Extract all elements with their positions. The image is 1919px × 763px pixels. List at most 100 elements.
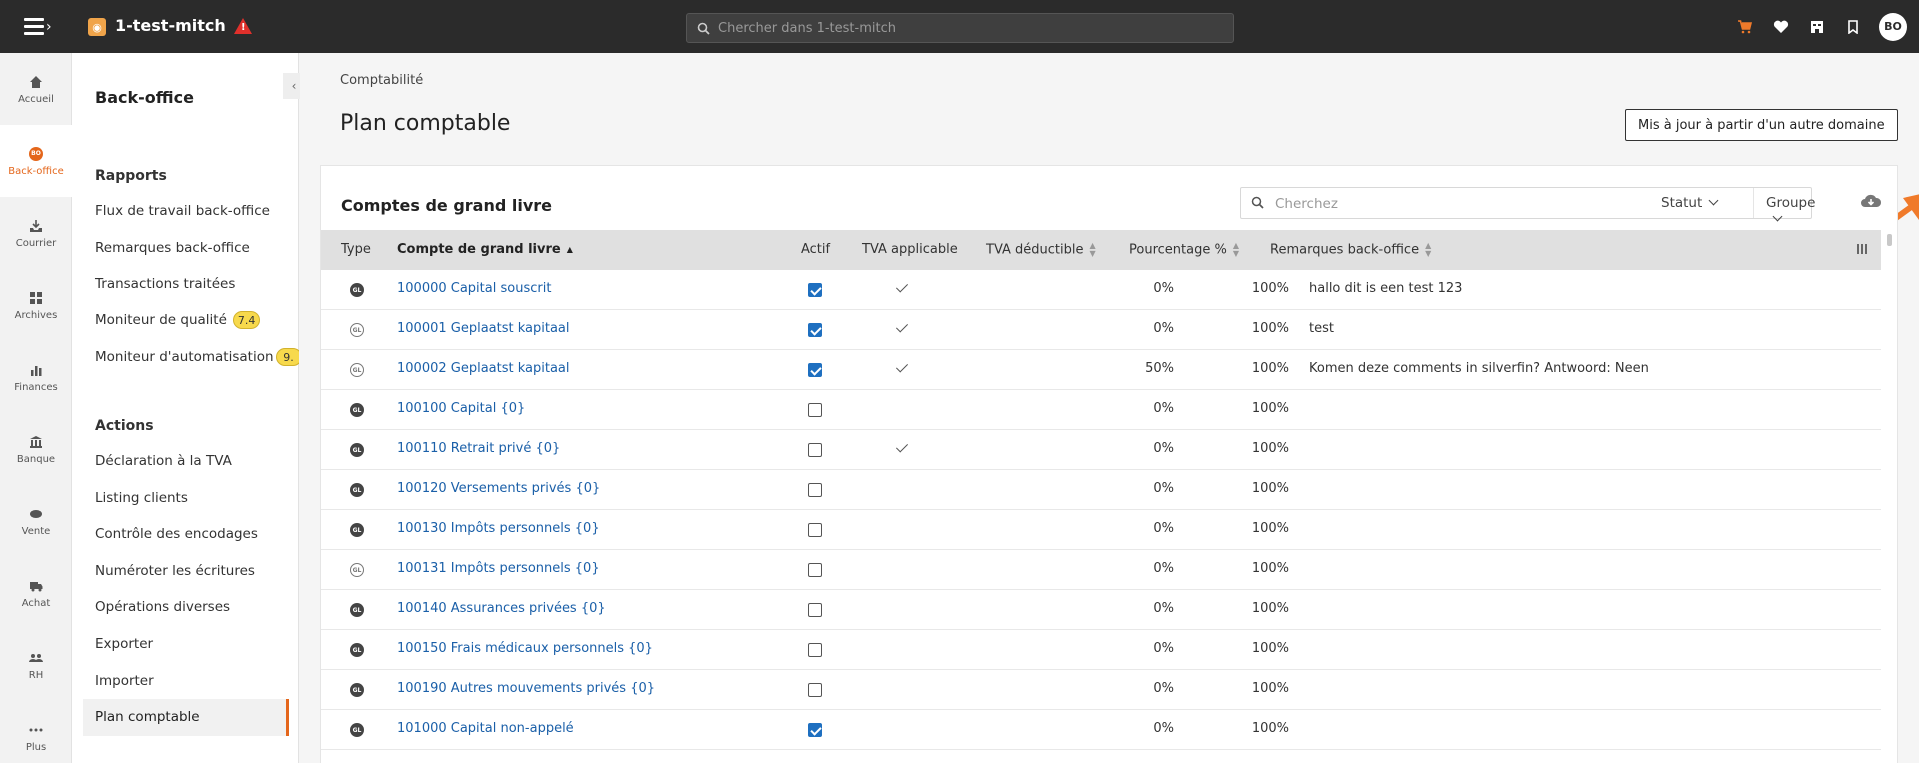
sort-icon[interactable]: ▲ ▼ xyxy=(1425,242,1431,258)
account-link[interactable]: 100100 Capital {0} xyxy=(397,401,525,416)
active-checkbox[interactable] xyxy=(808,523,822,537)
account-link[interactable]: 100001 Geplaatst kapitaal xyxy=(397,321,570,336)
account-link[interactable]: 100131 Impôts personnels {0} xyxy=(397,561,600,576)
table-row[interactable]: GL 100002 Geplaatst kapitaal 50% 100% Komen … xyxy=(321,350,1881,390)
nav-item-accueil[interactable]: Accueil xyxy=(0,53,72,125)
automation-score-badge: 9. xyxy=(275,348,299,366)
ledger-type-icon: GL xyxy=(350,523,364,537)
top-bar: › ◉ 1-test-mitch BO xyxy=(0,0,1919,53)
subnav-item-transactions[interactable]: Transactions traitées xyxy=(95,276,235,292)
account-link[interactable]: 100190 Autres mouvements privés {0} xyxy=(397,681,655,696)
column-header-account[interactable]: Compte de grand livre ▲ xyxy=(397,242,573,257)
chevron-right-icon: › xyxy=(46,19,52,35)
table-row[interactable]: GL 100130 Impôts personnels {0} 0% 100% xyxy=(321,510,1881,550)
account-link[interactable]: 100000 Capital souscrit xyxy=(397,281,551,296)
account-link[interactable]: 100002 Geplaatst kapitaal xyxy=(397,361,570,376)
table-row[interactable]: GL 100100 Capital {0} 0% 100% xyxy=(321,390,1881,430)
nav-item-banque[interactable]: Banque xyxy=(0,413,72,485)
account-link[interactable]: 101000 Capital non-appelé xyxy=(397,721,574,736)
card-title: Comptes de grand livre xyxy=(341,196,553,215)
breadcrumb[interactable]: Comptabilité xyxy=(340,73,423,88)
table-scrollbar[interactable] xyxy=(1885,230,1895,763)
sort-icon[interactable]: ▲ ▼ xyxy=(1233,242,1239,258)
table-row[interactable]: GL 100110 Retrait privé {0} 0% 100% xyxy=(321,430,1881,470)
top-icons: BO xyxy=(1727,0,1919,53)
account-link[interactable]: 100110 Retrait privé {0} xyxy=(397,441,560,456)
subnav-item-moniteur-automatisation[interactable]: Moniteur d'automatisation 9. xyxy=(95,348,299,366)
subnav-item-listing-clients[interactable]: Listing clients xyxy=(95,490,188,506)
columns-icon[interactable] xyxy=(1855,242,1869,256)
table-row[interactable]: GL 100131 Impôts personnels {0} 0% 100% xyxy=(321,550,1881,590)
account-link[interactable]: 100120 Versements privés {0} xyxy=(397,481,600,496)
update-from-domain-button[interactable]: Mis à jour à partir d'un autre domaine xyxy=(1625,109,1898,141)
table-row[interactable]: GL 100140 Assurances privées {0} 0% 100% xyxy=(321,590,1881,630)
subnav-item-controle[interactable]: Contrôle des encodages xyxy=(95,526,258,542)
subnav-item-exporter[interactable]: Exporter xyxy=(95,636,153,652)
nav-item-finances[interactable]: Finances xyxy=(0,341,72,413)
nav-item-achat[interactable]: Achat xyxy=(0,557,72,629)
menu-toggle-button[interactable]: › xyxy=(24,15,54,39)
sort-icon[interactable]: ▲ ▼ xyxy=(1090,242,1096,258)
active-checkbox[interactable] xyxy=(808,563,822,577)
column-header-remarks[interactable]: Remarques back-office ▲ ▼ xyxy=(1270,242,1431,258)
table-row[interactable]: GL 101000 Capital non-appelé 0% 100% xyxy=(321,710,1881,750)
sort-asc-icon[interactable]: ▲ xyxy=(567,245,573,254)
table-row[interactable]: GL 100001 Geplaatst kapitaal 0% 100% test xyxy=(321,310,1881,350)
check-icon xyxy=(895,320,909,333)
cloud-download-icon[interactable] xyxy=(1860,193,1882,209)
active-checkbox[interactable] xyxy=(808,483,822,497)
table-row[interactable]: GL 100000 Capital souscrit 0% 100% hallo dit… xyxy=(321,270,1881,310)
column-header-percentage[interactable]: Pourcentage % ▲ ▼ xyxy=(1129,242,1239,258)
nav-item-plus[interactable]: Plus xyxy=(0,701,72,763)
status-filter-dropdown[interactable]: Statut xyxy=(1661,195,1719,211)
subnav-item-remarques[interactable]: Remarques back-office xyxy=(95,240,250,256)
subnav-item-flux[interactable]: Flux de travail back-office xyxy=(95,203,270,219)
scrollbar-thumb[interactable] xyxy=(1887,234,1892,246)
warning-icon[interactable] xyxy=(234,18,252,34)
account-link[interactable]: 100130 Impôts personnels {0} xyxy=(397,521,600,536)
active-checkbox[interactable] xyxy=(808,363,822,377)
active-checkbox[interactable] xyxy=(808,283,822,297)
subnav-item-moniteur-qualite[interactable]: Moniteur de qualité 7.4 xyxy=(95,311,261,329)
heart-icon[interactable] xyxy=(1763,9,1799,45)
bookmark-icon[interactable] xyxy=(1835,9,1871,45)
nav-label: Banque xyxy=(16,453,56,465)
active-checkbox[interactable] xyxy=(808,323,822,337)
active-checkbox[interactable] xyxy=(808,683,822,697)
nav-item-rh[interactable]: RH xyxy=(0,629,72,701)
table-search-input[interactable] xyxy=(1275,194,1615,214)
subnav-item-operations[interactable]: Opérations diverses xyxy=(95,599,230,615)
cart-icon[interactable] xyxy=(1727,9,1763,45)
account-link[interactable]: 100150 Frais médicaux personnels {0} xyxy=(397,641,653,656)
table-row[interactable]: GL 100190 Autres mouvements privés {0} 0% 1… xyxy=(321,670,1881,710)
account-link[interactable]: 100140 Assurances privées {0} xyxy=(397,601,606,616)
global-search-input[interactable] xyxy=(718,20,1198,36)
active-checkbox[interactable] xyxy=(808,723,822,737)
global-search[interactable] xyxy=(686,13,1234,43)
chevron-left-icon: ‹ xyxy=(291,79,297,93)
active-checkbox[interactable] xyxy=(808,643,822,657)
group-filter-dropdown[interactable]: Groupe xyxy=(1766,195,1815,227)
table-row[interactable]: GL 100120 Versements privés {0} 0% 100% xyxy=(321,470,1881,510)
nav-item-courrier[interactable]: Courrier xyxy=(0,197,72,269)
nav-label: RH xyxy=(28,669,44,681)
table-row[interactable]: GL 100150 Frais médicaux personnels {0} 0%… xyxy=(321,630,1881,670)
avatar[interactable]: BO xyxy=(1879,12,1907,41)
subnav-item-plan-comptable[interactable]: Plan comptable xyxy=(83,699,289,736)
nav-item-vente[interactable]: Vente xyxy=(0,485,72,557)
column-header-vat-applicable: TVA applicable xyxy=(862,242,958,257)
percentage-value: 100% xyxy=(1251,721,1289,736)
active-checkbox[interactable] xyxy=(808,443,822,457)
subnav-item-numeroter[interactable]: Numéroter les écritures xyxy=(95,563,255,579)
subnav-item-importer[interactable]: Importer xyxy=(95,673,154,689)
nav-item-back-office[interactable]: BO Back-office xyxy=(0,125,72,197)
app-title[interactable]: 1-test-mitch xyxy=(115,16,226,35)
subnav-item-declaration-tva[interactable]: Déclaration à la TVA xyxy=(95,453,232,469)
active-checkbox[interactable] xyxy=(808,403,822,417)
active-checkbox[interactable] xyxy=(808,603,822,617)
building-icon[interactable] xyxy=(1799,9,1835,45)
nav-item-archives[interactable]: Archives xyxy=(0,269,72,341)
ledger-type-icon: GL xyxy=(350,603,364,617)
column-header-vat-deductible[interactable]: TVA déductible ▲ ▼ xyxy=(986,242,1096,258)
company-logo-icon: ◉ xyxy=(88,18,106,36)
